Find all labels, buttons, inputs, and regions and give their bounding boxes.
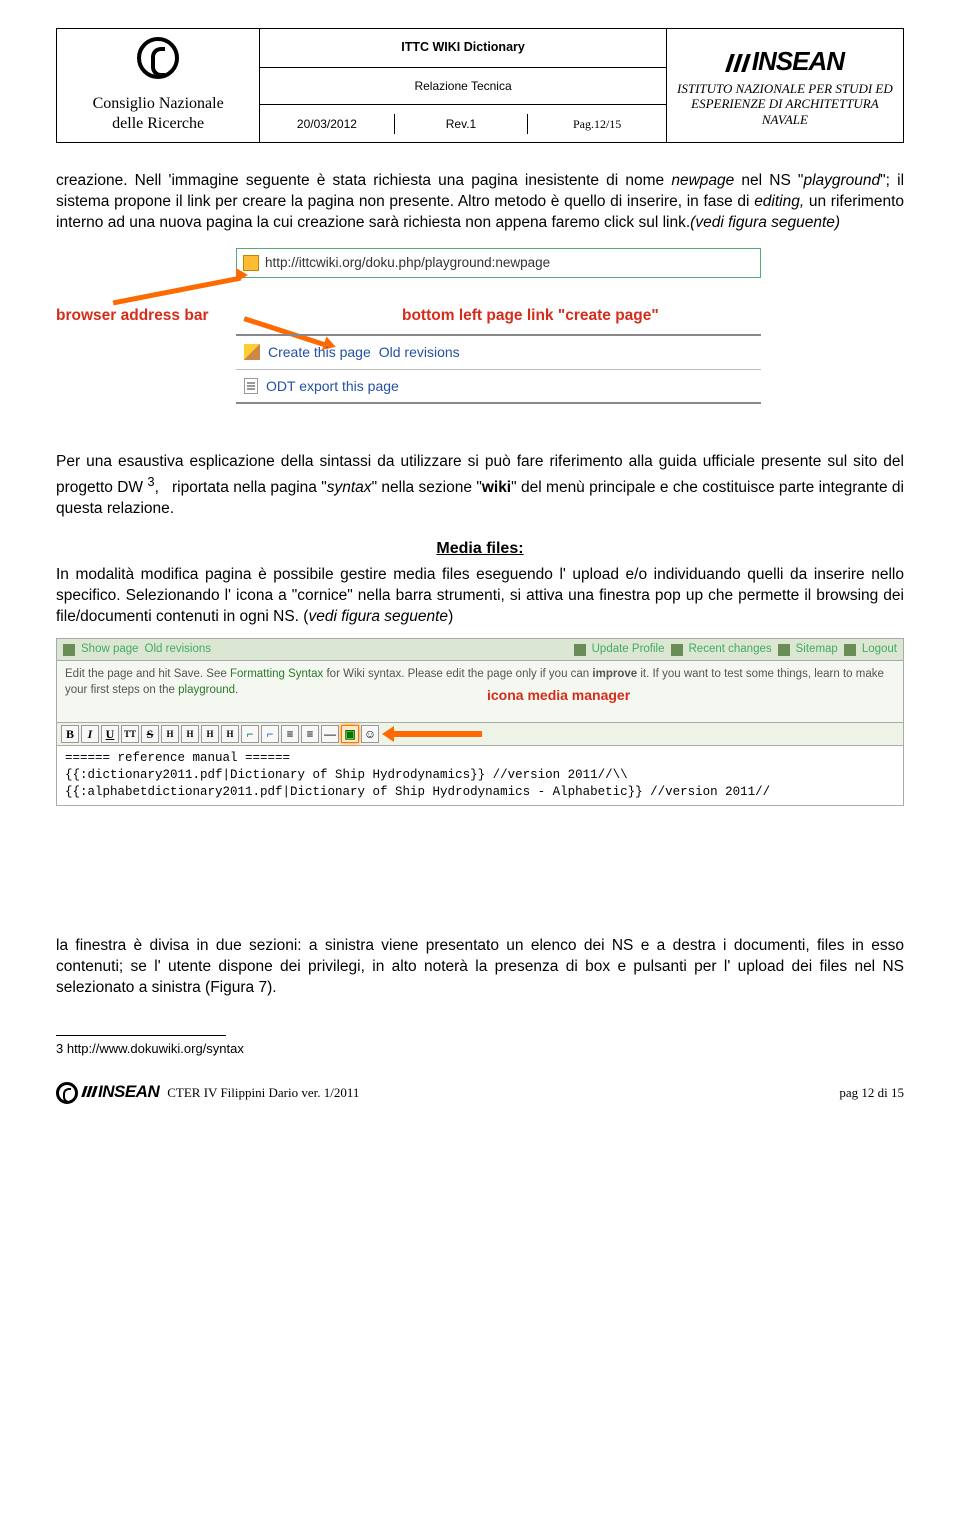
recent-icon <box>671 644 683 656</box>
relazione-label: Relazione Tecnica <box>260 67 667 105</box>
profile-icon <box>574 644 586 656</box>
sitemap-icon <box>778 644 790 656</box>
header-rev: Rev.1 <box>394 114 528 134</box>
figure-media-manager: Show page Old revisions Update Profile R… <box>56 638 904 806</box>
edit-instructions: Edit the page and hit Save. See Formatti… <box>56 661 904 704</box>
link-playground[interactable]: playground <box>178 684 235 696</box>
header-pag: Pag.12/15 <box>528 114 666 134</box>
logout-icon <box>844 644 856 656</box>
label-icona-media-manager: icona media manager <box>487 686 630 705</box>
editor-line: {{:dictionary2011.pdf|Dictionary of Ship… <box>65 767 895 784</box>
link-update-profile[interactable]: Update Profile <box>592 642 665 658</box>
paragraph-1: creazione. Nell 'immagine seguente è sta… <box>56 171 904 234</box>
paragraph-4: la finestra è divisa in due sezioni: a s… <box>56 936 904 999</box>
tb-underline[interactable]: U <box>101 725 119 743</box>
paragraph-3: In modalità modifica pagina è possibile … <box>56 565 904 628</box>
tb-italic[interactable]: I <box>81 725 99 743</box>
tb-bold[interactable]: B <box>61 725 79 743</box>
tb-list-ul[interactable]: ≡ <box>301 725 319 743</box>
insean-desc: ISTITUTO NAZIONALE PER STUDI ED ESPERIEN… <box>671 79 899 128</box>
header-date: 20/03/2012 <box>260 114 394 134</box>
wiki-topbar: Show page Old revisions Update Profile R… <box>56 638 904 662</box>
link-old-revisions[interactable]: Old revisions <box>379 343 460 362</box>
tb-hr[interactable]: — <box>321 725 339 743</box>
editor-line: {{:alphabetdictionary2011.pdf|Dictionary… <box>65 784 895 801</box>
tb-h2[interactable]: H <box>181 725 199 743</box>
footnote-separator <box>56 1035 226 1036</box>
label-create-page: bottom left page link "create page" <box>402 306 659 327</box>
footer-text: CTER IV Filippini Dario ver. 1/2011 <box>167 1084 359 1102</box>
page-icon <box>63 644 75 656</box>
doc-header: Consiglio Nazionale delle Ricerche ITTC … <box>56 28 904 143</box>
tb-link-int[interactable]: ⌐ <box>241 725 259 743</box>
address-bar[interactable]: http://ittcwiki.org/doku.php/playground:… <box>236 248 761 278</box>
link-logout[interactable]: Logout <box>862 642 897 658</box>
wiki-editor[interactable]: ====== reference manual ====== {{:dictio… <box>56 746 904 806</box>
link-odt-export[interactable]: ODT export this page <box>266 377 399 396</box>
link-old-revisions-top[interactable]: Old revisions <box>145 642 211 658</box>
address-url: http://ittcwiki.org/doku.php/playground:… <box>265 254 550 272</box>
tb-list-ol[interactable]: ≡ <box>281 725 299 743</box>
odt-file-icon <box>244 378 258 394</box>
tb-h4[interactable]: H <box>221 725 239 743</box>
label-browser-address: browser address bar <box>56 306 208 327</box>
cnr-logo-footer-icon <box>56 1082 78 1104</box>
tb-h1[interactable]: H <box>161 725 179 743</box>
tb-link-ext[interactable]: ⌐ <box>261 725 279 743</box>
insean-logo-footer: INSEAN <box>82 1081 159 1104</box>
heading-media-files: Media files: <box>56 538 904 560</box>
cnr-name: Consiglio Nazionale delle Ricerche <box>61 90 255 140</box>
editor-line: ====== reference manual ====== <box>65 750 895 767</box>
tb-strike[interactable]: S <box>141 725 159 743</box>
tb-smiley[interactable]: ☺ <box>361 725 379 743</box>
tb-media-manager[interactable]: ▣ <box>341 725 359 743</box>
figure-create-page: http://ittcwiki.org/doku.php/playground:… <box>56 248 904 428</box>
footnote-3: 3 http://www.dokuwiki.org/syntax <box>56 1040 904 1058</box>
annotation-arrow <box>392 731 482 737</box>
paragraph-2: Per una esaustiva esplicazione della sin… <box>56 452 904 520</box>
insean-logo: INSEAN <box>671 44 899 79</box>
annotation-arrowhead <box>382 726 394 742</box>
wiki-toolbar: B I U TT S H H H H ⌐ ⌐ ≡ ≡ — ▣ ☺ <box>56 722 904 746</box>
cnr-logo-icon <box>137 37 179 79</box>
link-sitemap[interactable]: Sitemap <box>796 642 838 658</box>
link-recent-changes[interactable]: Recent changes <box>689 642 772 658</box>
doc-title: ITTC WIKI Dictionary <box>260 29 667 68</box>
link-create-page[interactable]: Create this page <box>268 343 371 362</box>
footer-pagenum: pag 12 di 15 <box>839 1084 904 1102</box>
page-footer: INSEAN CTER IV Filippini Dario ver. 1/20… <box>56 1081 904 1104</box>
link-formatting-syntax[interactable]: Formatting Syntax <box>230 668 323 680</box>
pencil-icon <box>244 344 260 360</box>
tb-mono[interactable]: TT <box>121 725 139 743</box>
tb-h3[interactable]: H <box>201 725 219 743</box>
link-show-page[interactable]: Show page <box>81 642 139 658</box>
